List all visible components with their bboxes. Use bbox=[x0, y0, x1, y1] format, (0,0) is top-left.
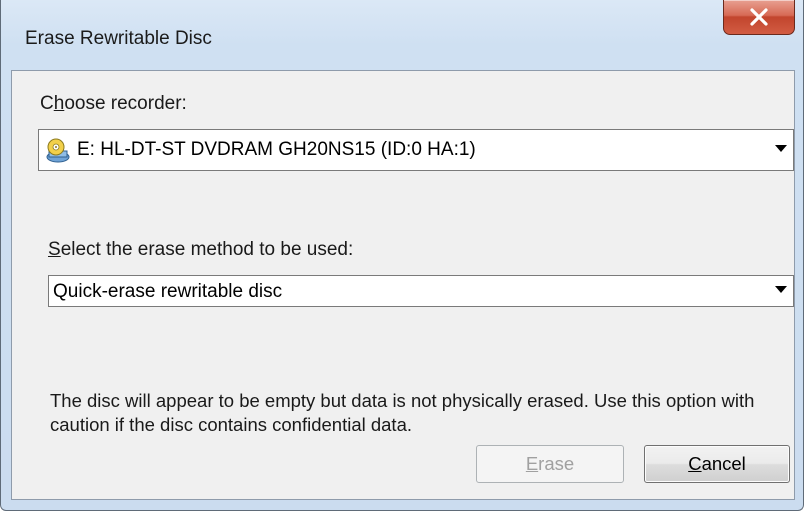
erase-method-dropdown[interactable]: Quick-erase rewritable disc bbox=[48, 275, 794, 307]
erase-method-description: The disc will appear to be empty but dat… bbox=[50, 390, 755, 435]
close-icon bbox=[750, 8, 768, 26]
chevron-down-icon bbox=[775, 286, 787, 293]
choose-recorder-label: Choose recorder: bbox=[40, 93, 187, 114]
cancel-button[interactable]: Cancel bbox=[644, 445, 790, 483]
recorder-dropdown[interactable]: E: HL-DT-ST DVDRAM GH20NS15 (ID:0 HA:1) bbox=[38, 129, 794, 171]
dialog-window: Erase Rewritable Disc Choose recorder: E… bbox=[0, 0, 804, 511]
disc-drive-icon bbox=[46, 138, 70, 163]
window-title: Erase Rewritable Disc bbox=[25, 28, 212, 49]
erase-button[interactable]: Erase bbox=[476, 445, 624, 483]
title-bar: Erase Rewritable Disc bbox=[1, 0, 804, 70]
chevron-down-icon bbox=[775, 145, 787, 152]
erase-method-label: Select the erase method to be used: bbox=[48, 239, 354, 260]
close-button[interactable] bbox=[723, 0, 795, 35]
dialog-body: Choose recorder: E: HL-DT-ST DVDRAM GH20… bbox=[11, 70, 795, 500]
recorder-selected-value: E: HL-DT-ST DVDRAM GH20NS15 (ID:0 HA:1) bbox=[77, 139, 476, 160]
erase-method-selected-value: Quick-erase rewritable disc bbox=[53, 281, 283, 302]
